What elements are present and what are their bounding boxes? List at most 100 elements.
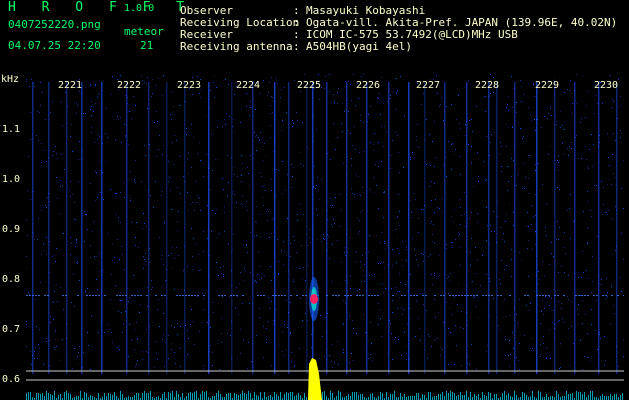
carrier-trace: [392, 295, 394, 296]
carrier-trace: [191, 295, 193, 296]
noise-speck: [201, 322, 202, 323]
noise-speck: [401, 355, 402, 356]
noise-speck: [256, 135, 257, 136]
noise-speck: [559, 368, 560, 369]
noise-speck: [553, 289, 554, 290]
noise-speck: [531, 338, 532, 339]
noise-speck: [136, 322, 137, 323]
noise-speck: [162, 95, 163, 96]
noise-speck: [440, 355, 441, 356]
noise-speck: [364, 275, 365, 276]
noise-speck: [210, 189, 211, 190]
noise-speck: [558, 301, 559, 302]
noise-speck: [241, 155, 242, 156]
noise-speck: [145, 264, 146, 265]
noise-speck: [387, 353, 388, 354]
noise-speck: [145, 253, 146, 254]
noise-speck: [460, 174, 461, 175]
noise-speck: [286, 255, 287, 256]
noise-speck: [454, 296, 455, 297]
x-tick-label: 2225: [297, 80, 322, 91]
noise-speck: [487, 345, 488, 346]
noise-speck: [61, 154, 62, 155]
noise-speck: [85, 291, 86, 292]
y-axis-unit: kHz: [1, 74, 20, 85]
noise-speck: [241, 108, 242, 109]
amplitude-bar: [588, 395, 589, 400]
noise-speck: [582, 369, 583, 370]
noise-speck: [369, 235, 370, 236]
noise-speck: [141, 76, 142, 77]
noise-speck: [337, 137, 338, 138]
noise-speck: [402, 241, 403, 242]
noise-speck: [37, 358, 38, 359]
noise-speck: [608, 157, 609, 158]
noise-speck: [215, 159, 216, 160]
noise-speck: [54, 347, 55, 348]
noise-speck: [302, 320, 303, 321]
noise-speck: [558, 239, 559, 240]
amplitude-bar: [60, 394, 61, 400]
noise-speck: [332, 344, 333, 345]
noise-speck: [426, 164, 427, 165]
noise-speck: [324, 283, 325, 284]
noise-speck: [343, 300, 344, 301]
signal-streak: [148, 82, 150, 374]
noise-speck: [560, 343, 561, 344]
noise-speck: [596, 95, 597, 96]
noise-speck: [46, 198, 47, 199]
carrier-trace: [425, 295, 427, 296]
noise-speck: [620, 137, 621, 138]
noise-speck: [447, 278, 448, 279]
noise-speck: [469, 364, 470, 365]
noise-speck: [528, 107, 529, 108]
noise-speck: [443, 120, 444, 121]
noise-speck: [506, 265, 507, 266]
noise-speck: [261, 278, 262, 279]
amplitude-bar: [120, 391, 121, 400]
amplitude-bar: [248, 391, 249, 400]
noise-speck: [357, 294, 358, 295]
noise-speck: [548, 154, 549, 155]
noise-speck: [448, 293, 449, 294]
noise-speck: [128, 356, 129, 357]
noise-speck: [210, 327, 211, 328]
noise-speck: [392, 359, 393, 360]
amplitude-bar: [176, 391, 177, 400]
amplitude-bar: [90, 395, 91, 400]
noise-speck: [554, 78, 555, 79]
noise-speck: [55, 331, 56, 332]
noise-speck: [31, 79, 32, 80]
noise-speck: [96, 172, 97, 173]
amplitude-bar: [416, 393, 417, 400]
noise-speck: [177, 231, 178, 232]
carrier-trace: [65, 295, 67, 296]
amplitude-bar: [452, 392, 453, 400]
noise-speck: [282, 193, 283, 194]
amplitude-bar: [338, 391, 339, 400]
noise-speck: [197, 76, 198, 77]
noise-speck: [359, 289, 360, 290]
noise-speck: [471, 282, 472, 283]
noise-speck: [263, 160, 264, 161]
noise-speck: [258, 252, 259, 253]
noise-speck: [204, 365, 205, 366]
noise-speck: [455, 239, 456, 240]
noise-speck: [216, 262, 217, 263]
noise-speck: [62, 339, 63, 340]
noise-speck: [145, 261, 146, 262]
noise-speck: [563, 322, 564, 323]
noise-speck: [328, 236, 329, 237]
noise-speck: [26, 219, 27, 220]
noise-speck: [90, 84, 91, 85]
noise-speck: [290, 243, 291, 244]
noise-speck: [533, 83, 534, 84]
noise-speck: [193, 137, 194, 138]
noise-speck: [61, 101, 62, 102]
noise-speck: [396, 78, 397, 79]
noise-speck: [439, 255, 440, 256]
amplitude-bar: [524, 393, 525, 400]
noise-speck: [277, 239, 278, 240]
noise-speck: [561, 266, 562, 267]
noise-speck: [557, 187, 558, 188]
